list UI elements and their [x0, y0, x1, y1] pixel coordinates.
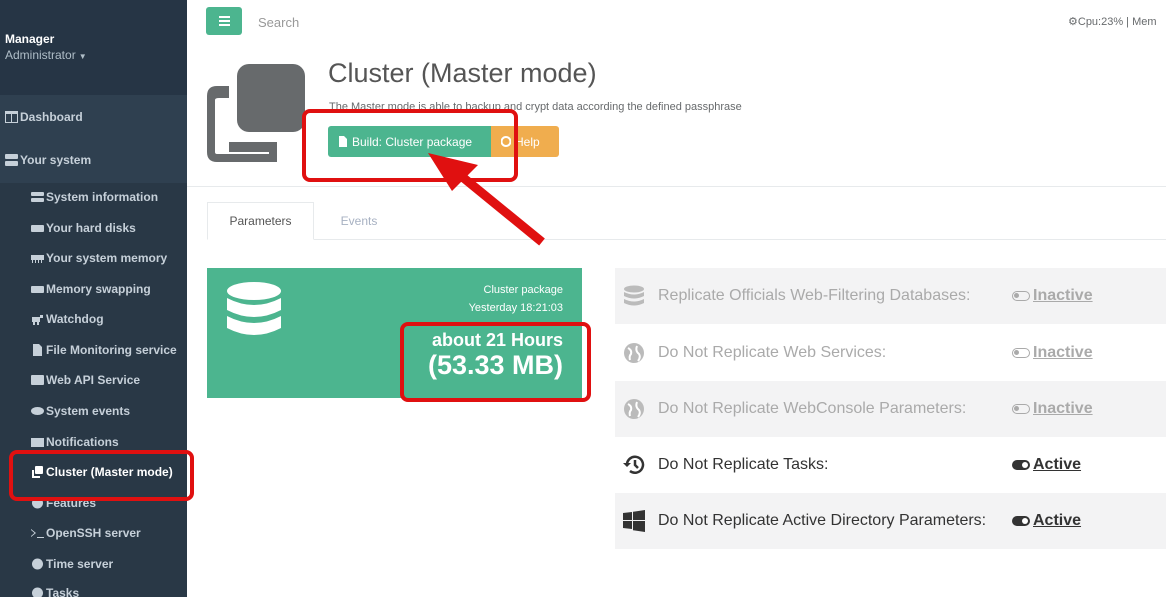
status-text: Active — [1033, 512, 1082, 529]
hamburger-icon — [218, 20, 230, 22]
status-text: Inactive — [1033, 344, 1093, 361]
sidebar-item-label: Time server — [46, 557, 114, 571]
clock-icon — [32, 587, 43, 597]
sidebar-item-time-server[interactable]: Time server — [31, 557, 113, 571]
sidebar-item-label: Your system memory — [46, 251, 168, 265]
hdd-icon — [31, 225, 44, 232]
sidebar-item-label: OpenSSH server — [46, 526, 141, 540]
file-icon — [33, 344, 42, 356]
status-toggle[interactable]: Inactive — [1012, 344, 1093, 362]
status-toggle[interactable]: Inactive — [1012, 287, 1093, 305]
api-icon — [31, 375, 44, 385]
database-icon — [624, 285, 644, 306]
profile-role: Administrator — [5, 48, 76, 62]
param-row-web-services: Do Not Replicate Web Services: Inactive — [615, 325, 1166, 381]
table-icon — [5, 111, 18, 123]
param-row-web-filtering: Replicate Officials Web-Filtering Databa… — [615, 268, 1166, 324]
status-toggle[interactable]: Active — [1012, 456, 1081, 474]
tab-events[interactable]: Events — [314, 202, 404, 240]
sidebar-item-openssh[interactable]: OpenSSH server — [31, 526, 141, 540]
toggle-on-icon — [1012, 516, 1030, 526]
sidebar-item-label: Your hard disks — [46, 221, 136, 235]
sidebar-item-hard-disks[interactable]: Your hard disks — [31, 221, 136, 235]
sidebar-item-notifications[interactable]: Notifications — [31, 435, 119, 449]
database-icon — [227, 282, 281, 335]
annotation-highlight-size — [400, 322, 591, 402]
param-label: Do Not Replicate Web Services: — [658, 344, 887, 361]
status-text: Active — [1033, 456, 1082, 473]
tab-parameters[interactable]: Parameters — [207, 202, 314, 240]
sidebar-item-system-events[interactable]: System events — [31, 404, 130, 418]
app-window: Manager Administrator ▼ Dashboard Your sy… — [0, 0, 1166, 597]
sidebar-item-web-api[interactable]: Web API Service — [31, 373, 140, 387]
windows-icon — [623, 510, 645, 532]
sidebar-item-system-information[interactable]: System information — [31, 190, 158, 204]
status-text: Inactive — [1033, 400, 1093, 417]
sidebar: Manager Administrator ▼ Dashboard Your sy… — [0, 0, 187, 597]
param-row-tasks: Do Not Replicate Tasks: Active — [615, 437, 1166, 493]
sidebar-item-dashboard[interactable]: Dashboard — [5, 110, 83, 124]
toggle-off-icon — [1012, 404, 1030, 414]
server-icon — [31, 192, 44, 202]
param-label: Replicate Officials Web-Filtering Databa… — [658, 287, 971, 304]
sidebar-item-label: Notifications — [46, 435, 119, 449]
toggle-off-icon — [1012, 291, 1030, 301]
sidebar-item-label: System information — [46, 190, 159, 204]
profile-block[interactable]: Manager Administrator ▼ — [0, 0, 187, 95]
clock-icon — [32, 558, 43, 570]
page-title: Cluster (Master mode) — [328, 58, 597, 88]
sidebar-item-label: Watchdog — [46, 312, 104, 326]
status-toggle[interactable]: Inactive — [1012, 400, 1093, 418]
sidebar-item-file-monitoring[interactable]: File Monitoring service — [31, 343, 177, 357]
sidebar-item-watchdog[interactable]: Watchdog — [31, 312, 104, 326]
hdd-icon — [31, 286, 44, 293]
search-input[interactable] — [250, 12, 450, 32]
annotation-highlight-sidebar — [9, 450, 194, 501]
profile-name: Manager — [5, 32, 55, 46]
param-row-webconsole: Do Not Replicate WebConsole Parameters: … — [615, 381, 1166, 437]
history-icon — [623, 455, 645, 474]
sidebar-item-label: Memory swapping — [46, 282, 151, 296]
dog-icon — [32, 315, 43, 325]
sidebar-item-label: File Monitoring service — [46, 343, 177, 357]
annotation-arrow-icon — [428, 153, 545, 246]
sidebar-item-system-memory[interactable]: Your system memory — [31, 251, 167, 265]
param-label: Do Not Replicate WebConsole Parameters: — [658, 400, 967, 417]
sidebar-item-label: Dashboard — [20, 110, 83, 124]
sidebar-item-tasks[interactable]: Tasks — [31, 586, 79, 597]
toggle-on-icon — [1012, 460, 1030, 470]
status-text: Inactive — [1033, 287, 1093, 304]
sidebar-item-memory-swapping[interactable]: Memory swapping — [31, 282, 151, 296]
terminal-icon — [31, 529, 44, 538]
cluster-copy-icon — [207, 64, 305, 162]
status-toggle[interactable]: Active — [1012, 512, 1081, 530]
param-label: Do Not Replicate Active Directory Parame… — [658, 512, 987, 529]
widget-label: Cluster package — [483, 284, 564, 296]
envelope-icon — [31, 438, 44, 447]
sidebar-item-label: Your system — [20, 153, 92, 167]
sidebar-item-your-system[interactable]: Your system — [5, 153, 91, 167]
param-label: Do Not Replicate Tasks: — [658, 456, 829, 473]
toggle-off-icon — [1012, 348, 1030, 358]
sidebar-item-label: Tasks — [46, 586, 80, 597]
globe-icon — [624, 343, 644, 363]
cpu-mem-text: Cpu:23% | Mem — [1077, 16, 1157, 28]
server-icon — [5, 154, 18, 166]
caret-down-icon: ▼ — [78, 52, 87, 61]
sidebar-item-label: Web API Service — [46, 373, 141, 387]
header-divider — [187, 186, 1166, 187]
sidebar-item-label: System events — [46, 404, 131, 418]
menu-toggle-button[interactable] — [206, 7, 242, 35]
memory-icon — [31, 255, 44, 263]
widget-date: Yesterday 18:21:03 — [468, 302, 563, 314]
system-usage-readout: ⚙Cpu:23% | Mem — [1068, 16, 1157, 28]
profile-role-dropdown[interactable]: Administrator ▼ — [5, 48, 187, 62]
eye-icon — [31, 407, 44, 415]
globe-icon — [624, 399, 644, 419]
param-row-active-directory: Do Not Replicate Active Directory Parame… — [615, 493, 1166, 549]
